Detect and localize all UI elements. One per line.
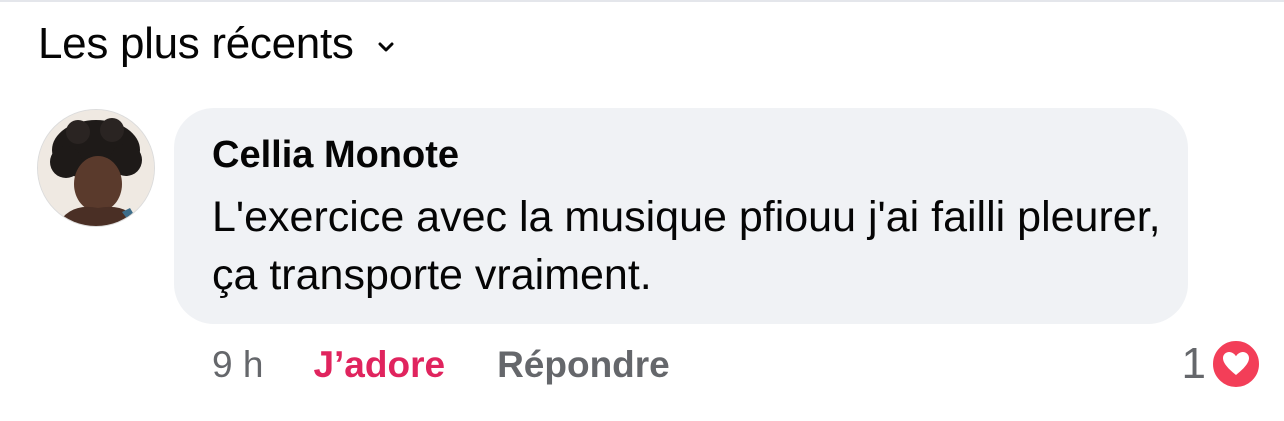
- comment-text: L'exercice avec la musique pfiouu j'ai f…: [212, 193, 1161, 299]
- top-divider: [0, 0, 1284, 2]
- chevron-down-icon: [376, 40, 396, 54]
- comment-actions: 9 h J’adore Répondre: [212, 338, 670, 392]
- love-reaction-button[interactable]: J’adore: [313, 344, 445, 386]
- comment-author[interactable]: Cellia Monote: [212, 134, 459, 177]
- sort-dropdown[interactable]: Les plus récents: [38, 14, 396, 74]
- reaction-count: 1: [1181, 339, 1206, 388]
- heart-icon: [1210, 338, 1262, 390]
- avatar[interactable]: [37, 109, 155, 227]
- reaction-summary[interactable]: 1: [1182, 336, 1262, 392]
- comment-timestamp[interactable]: 9 h: [212, 344, 263, 386]
- reply-button[interactable]: Répondre: [497, 344, 670, 386]
- sort-label: Les plus récents: [38, 19, 354, 68]
